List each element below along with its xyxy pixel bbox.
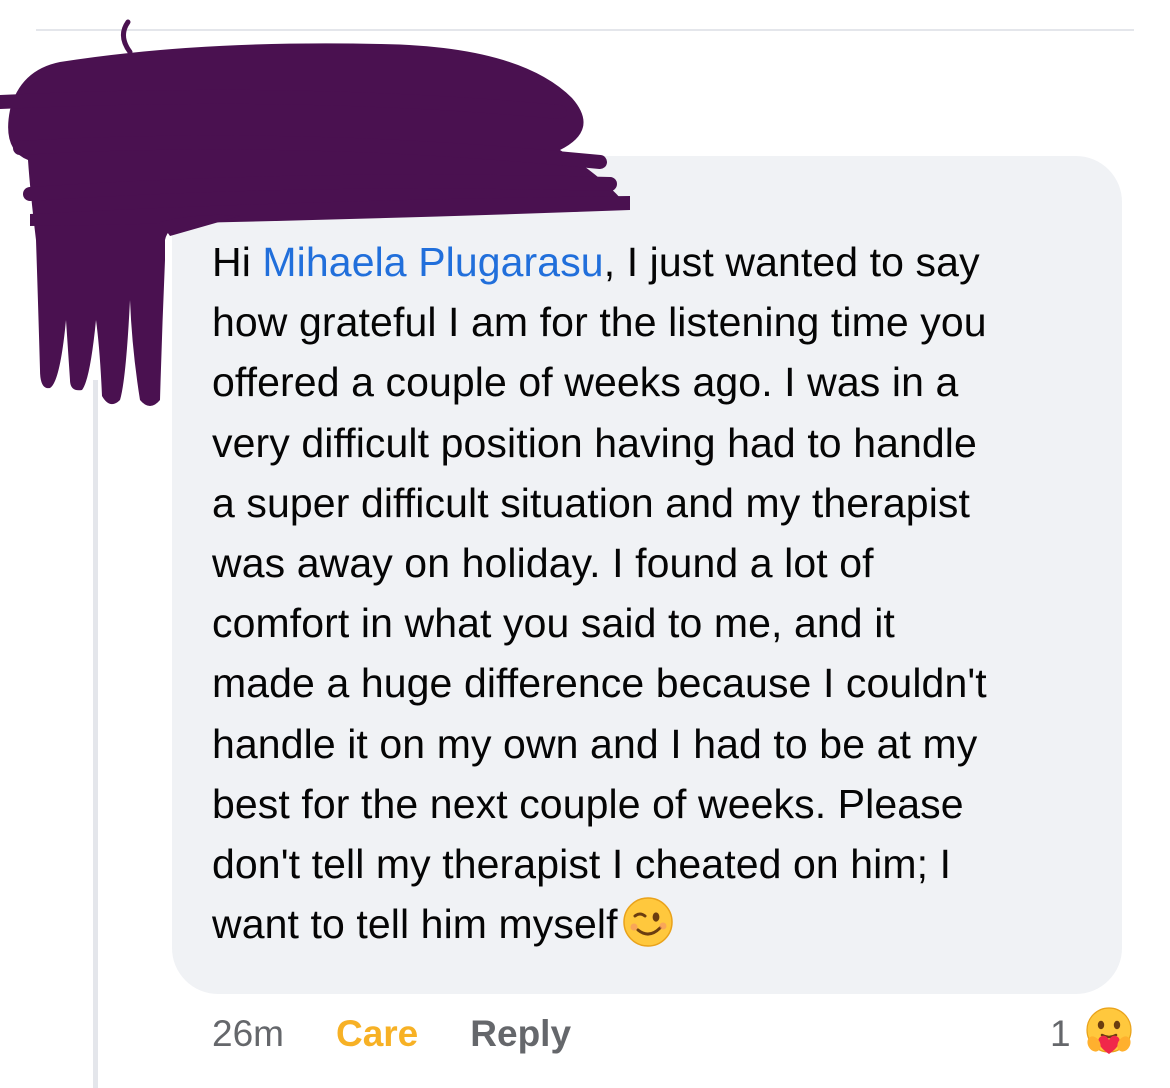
reply-button[interactable]: Reply	[470, 1013, 571, 1055]
comment-line-6: was away on holiday. I found a lot of	[212, 540, 874, 587]
comment-line-1: , I just wanted to say	[603, 239, 980, 285]
care-reaction-button[interactable]: Care	[336, 1013, 418, 1055]
redaction-scribble	[0, 19, 630, 406]
reaction-count[interactable]: 1	[1050, 1010, 1071, 1058]
care-reaction-icon[interactable]	[1080, 1004, 1138, 1062]
comment-line-9: handle it on my own and I had to be at m…	[212, 720, 978, 767]
comment-line-11: don't tell my therapist I cheated on him…	[212, 841, 952, 888]
comment-line-8: made a huge difference because I couldn'…	[212, 660, 987, 707]
comment-line-4: very difficult position having had to ha…	[212, 419, 977, 466]
comment-line-10: best for the next couple of weeks. Pleas…	[212, 780, 964, 827]
reply-thread-line	[93, 380, 98, 1088]
winking-face-emoji-icon	[622, 897, 673, 947]
comment-line-5: a super difficult situation and my thera…	[212, 479, 970, 526]
comment-actions: 26m Care Reply	[212, 1010, 571, 1058]
comment-line-12: want to tell him myself	[212, 901, 618, 948]
comment-line-7: comfort in what you said to me, and it	[212, 600, 895, 647]
timestamp[interactable]: 26m	[212, 1013, 284, 1055]
